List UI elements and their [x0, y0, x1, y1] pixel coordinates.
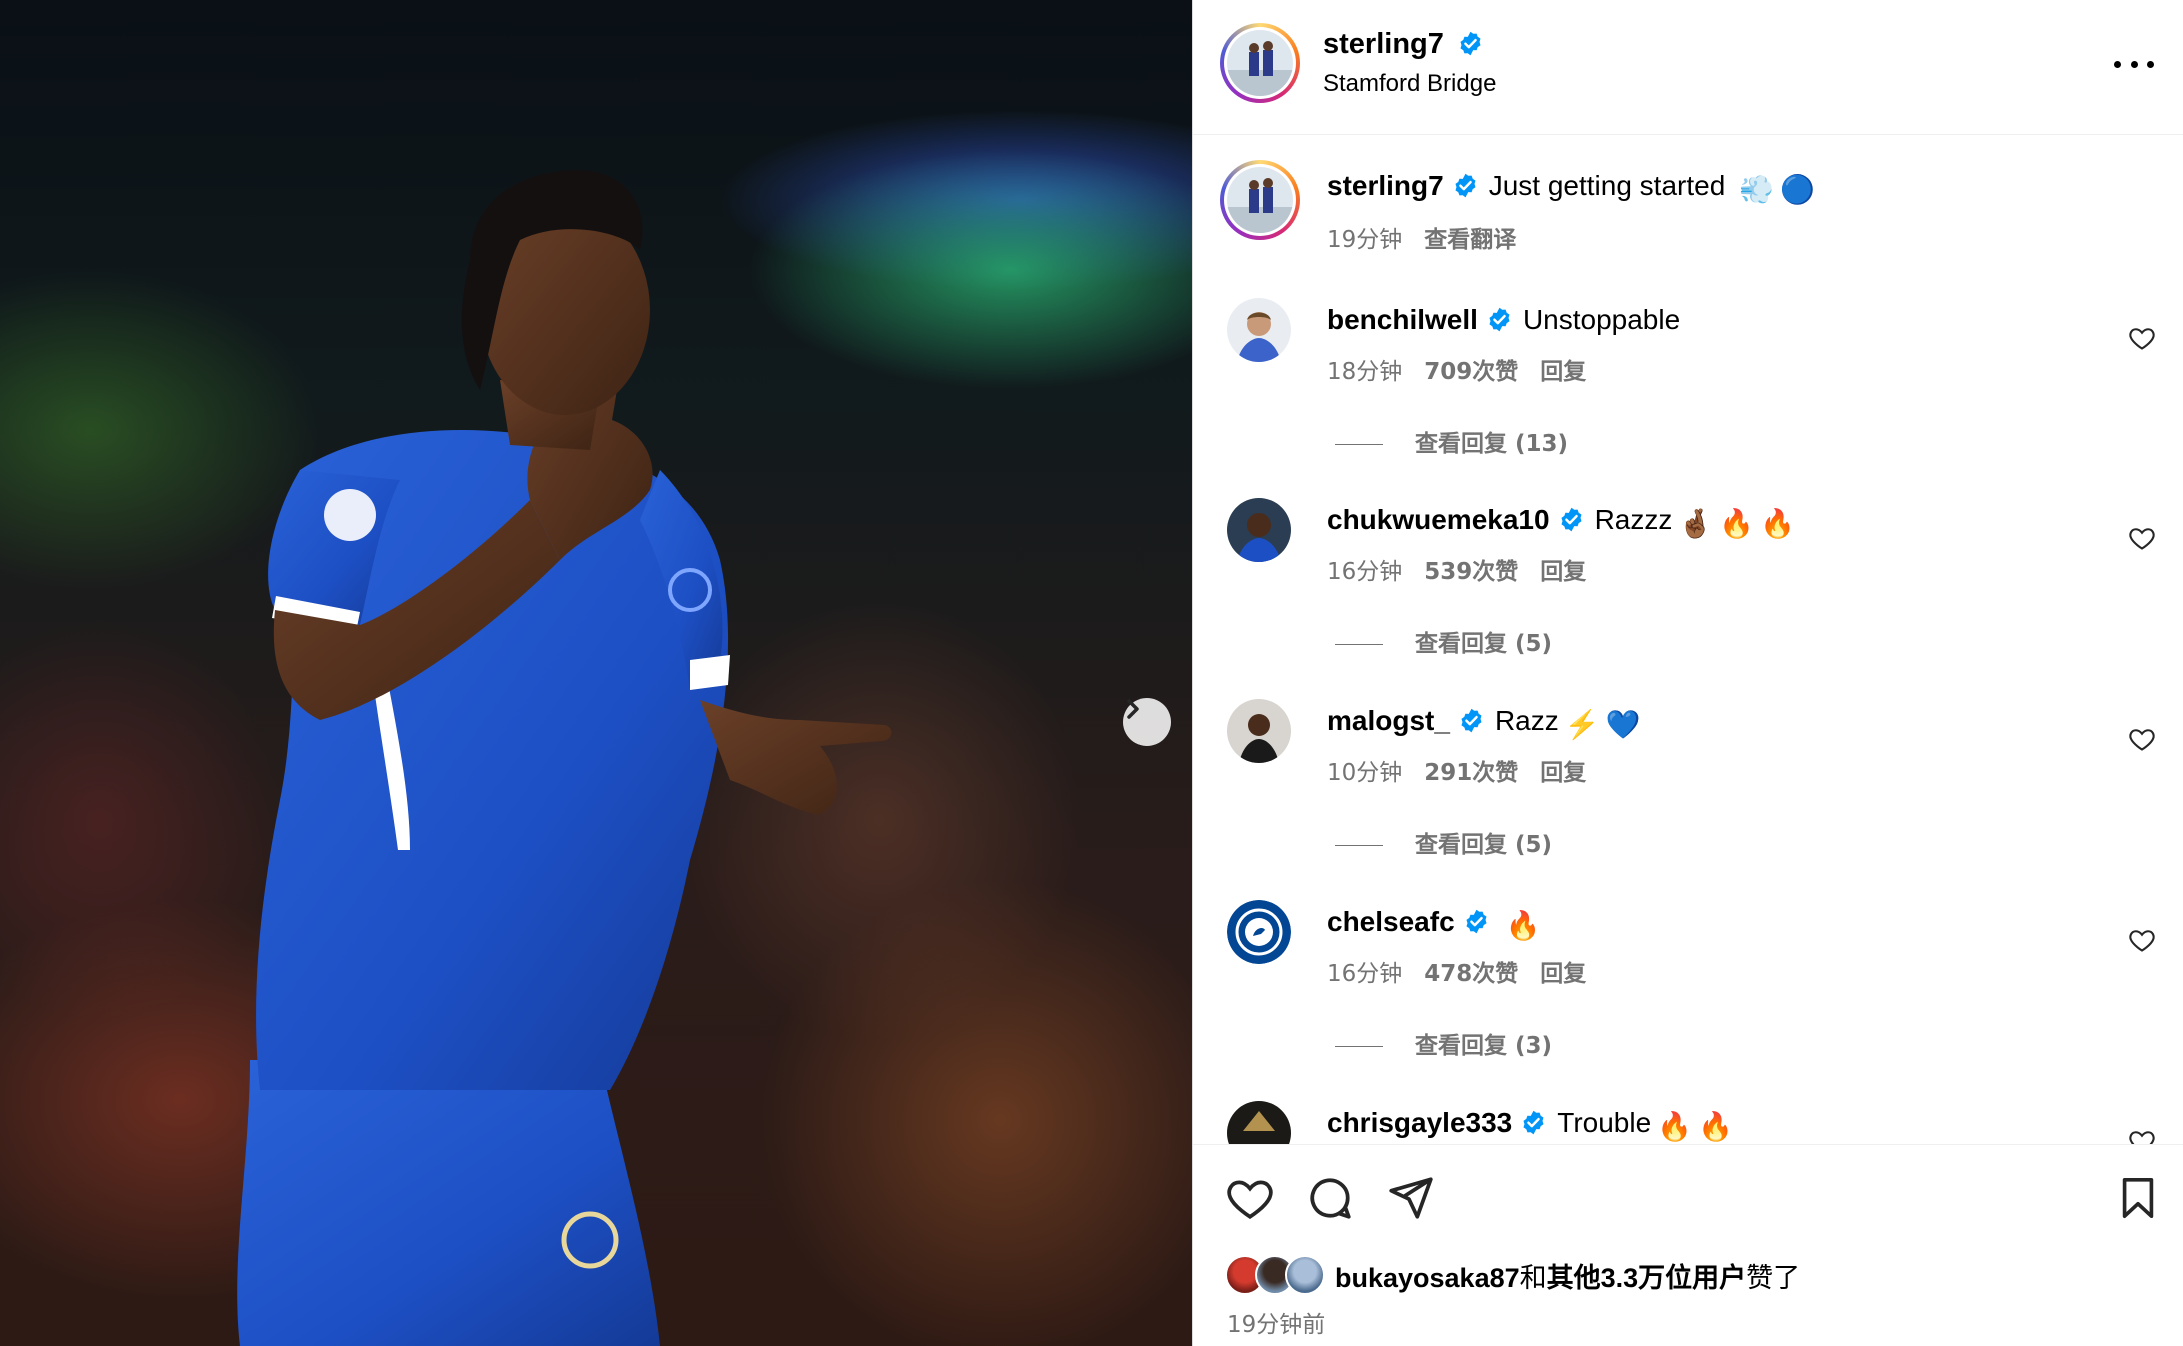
more-horizontal-icon [2114, 60, 2121, 68]
comment-time: 10分钟 [1327, 760, 1403, 786]
comment-time: 16分钟 [1327, 559, 1403, 585]
caption-time: 19分钟 [1327, 227, 1403, 253]
replies-divider [1335, 845, 1383, 846]
fire-emoji: 🔥 [1719, 508, 1755, 539]
save-bookmark-icon[interactable] [2115, 1173, 2161, 1223]
caption-username[interactable]: sterling7 [1327, 170, 1444, 201]
liker-avatar [1285, 1255, 1325, 1295]
like-comment-heart-icon[interactable] [2128, 324, 2156, 352]
like-comment-heart-icon[interactable] [2128, 524, 2156, 552]
commenter-avatar[interactable] [1227, 298, 1291, 362]
commenter-username[interactable]: chukwuemeka10 [1327, 504, 1550, 535]
commenter-username[interactable]: malogst_ [1327, 705, 1450, 736]
comment-bubble-icon[interactable] [1305, 1173, 1355, 1223]
comment-text: Razz [1494, 705, 1559, 736]
caption-avatar-image [1227, 167, 1293, 233]
post-photo[interactable] [0, 0, 1192, 1346]
verified-badge-icon [1461, 708, 1482, 733]
view-replies-button[interactable]: 查看回复 (3) [1415, 1033, 1552, 1059]
more-options-button[interactable] [2114, 52, 2154, 76]
chelsea-crest-avatar[interactable] [1227, 900, 1291, 964]
more-dot [2130, 60, 2138, 68]
comment-time: 16分钟 [1327, 961, 1403, 987]
liker-username[interactable]: bukayosaka87 [1335, 1263, 1520, 1293]
fire-emoji: 🔥 [1505, 910, 1541, 941]
next-photo-button[interactable] [1123, 698, 1171, 746]
reply-button[interactable]: 回复 [1540, 961, 1586, 987]
view-replies-button[interactable]: 查看回复 (13) [1415, 431, 1568, 457]
see-translation-button[interactable]: 查看翻译 [1424, 227, 1516, 253]
commenter-username[interactable]: chelseafc [1327, 906, 1455, 937]
liked-by-joiner: 和 [1519, 1262, 1547, 1293]
reply-button[interactable]: 回复 [1540, 559, 1586, 585]
verified-badge-icon [1523, 1110, 1544, 1135]
comment-like-count[interactable]: 478次赞 [1424, 961, 1518, 987]
lightning-emoji: ⚡ [1564, 709, 1600, 740]
post-time[interactable]: 19分钟前 [1227, 1305, 1325, 1339]
caption-text: Just getting started [1488, 170, 1726, 201]
share-paper-plane-icon[interactable] [1385, 1173, 1435, 1223]
commenter-avatar[interactable] [1227, 498, 1291, 562]
commenter-username[interactable]: benchilwell [1327, 304, 1478, 335]
verified-badge-icon [1460, 31, 1481, 56]
post-location[interactable]: Stamford Bridge [1323, 70, 1496, 98]
post-actions: bukayosaka87和其他3.3万位用户赞了 19分钟前 [1193, 1144, 2183, 1346]
comment-like-count[interactable]: 539次赞 [1424, 559, 1518, 585]
replies-divider [1335, 644, 1383, 645]
chevron-right-icon [1127, 699, 1139, 719]
verified-badge-icon [1466, 909, 1487, 934]
commenter-username[interactable]: chrisgayle333 [1327, 1107, 1512, 1138]
fire-emoji: 🔥 [1657, 1111, 1693, 1142]
comment-text: Trouble [1557, 1107, 1652, 1138]
like-heart-icon[interactable] [1225, 1173, 1275, 1223]
liked-by-others[interactable]: 其他3.3万位用户 [1547, 1263, 1747, 1293]
fingers-crossed-emoji: 🤞🏾 [1678, 508, 1714, 539]
replies-divider [1335, 444, 1383, 445]
commenter-avatar[interactable] [1227, 699, 1291, 763]
view-replies-button[interactable]: 查看回复 (5) [1415, 832, 1552, 858]
blue-heart-emoji: 💙 [1605, 709, 1641, 740]
liker-avatars [1225, 1255, 1335, 1295]
comments-list[interactable]: sterling7 Just getting started 💨 🔵 19分钟 查看翻… [1193, 136, 2183, 1144]
more-dot [2147, 60, 2154, 68]
comment-text: Unstoppable [1522, 304, 1681, 335]
author-avatar-image [1227, 30, 1293, 96]
comment-like-count[interactable]: 709次赞 [1424, 359, 1518, 385]
verified-badge-icon [1489, 307, 1510, 332]
author-avatar[interactable] [1220, 23, 1300, 103]
like-comment-heart-icon[interactable] [2128, 926, 2156, 954]
post-side-panel: sterling7 Stamford Bridge sterling7 Just… [1192, 0, 2183, 1346]
like-comment-heart-icon[interactable] [2128, 1127, 2156, 1144]
comment-time: 18分钟 [1327, 359, 1403, 385]
player-figure [237, 170, 892, 1346]
comment-text: Razzz [1594, 504, 1673, 535]
replies-divider [1335, 1046, 1383, 1047]
liked-by[interactable]: bukayosaka87和其他3.3万位用户赞了 [1225, 1255, 1800, 1295]
fire-emoji: 🔥 [1698, 1111, 1733, 1142]
liked-by-suffix: 赞了 [1746, 1262, 1801, 1293]
reply-button[interactable]: 回复 [1540, 359, 1586, 385]
view-replies-button[interactable]: 查看回复 (5) [1415, 631, 1552, 657]
caption-avatar[interactable] [1220, 160, 1300, 240]
like-comment-heart-icon[interactable] [2128, 725, 2156, 753]
comment-like-count[interactable]: 291次赞 [1424, 760, 1518, 786]
verified-badge-icon [1561, 507, 1582, 532]
post-header: sterling7 Stamford Bridge [1193, 0, 2183, 135]
commenter-avatar[interactable] [1227, 1101, 1291, 1144]
verified-badge-icon [1455, 173, 1476, 198]
author-username[interactable]: sterling7 [1323, 28, 1444, 60]
blue-circle-emoji: 🔵 [1779, 174, 1815, 205]
reply-button[interactable]: 回复 [1540, 760, 1586, 786]
dash-emoji: 💨 [1739, 174, 1774, 205]
fire-emoji: 🔥 [1760, 508, 1795, 539]
